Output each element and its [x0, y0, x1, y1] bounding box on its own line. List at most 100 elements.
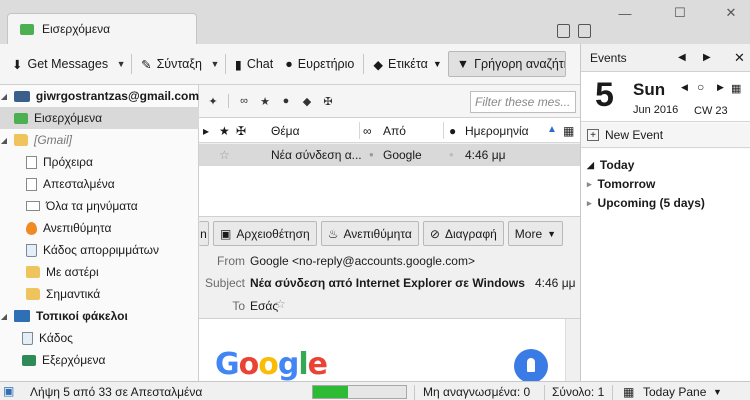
subject-value: Νέα σύνδεση από Internet Explorer σε Win… — [250, 276, 525, 290]
message-scrollbar[interactable] — [565, 319, 580, 382]
online-status-icon[interactable]: ▣ — [3, 384, 14, 398]
get-messages-dropdown[interactable]: ▼ — [114, 59, 128, 69]
from-label: From — [217, 254, 245, 268]
folder-label: giwrgostrantzas@gmail.com — [35, 89, 199, 103]
maximize-button[interactable]: ☐ — [665, 4, 695, 22]
folder-label: Κάδος — [39, 331, 73, 345]
folder-label: Απεσταλμένα — [43, 177, 115, 191]
calendar-icon[interactable] — [557, 24, 570, 38]
prev-day-icon[interactable]: ◀ — [681, 82, 688, 93]
collapse-icon: ▸ — [587, 178, 592, 189]
new-event-button[interactable]: + New Event — [581, 123, 750, 148]
quick-filter-button[interactable]: ▼ Γρήγορη αναζήτηση — [447, 51, 566, 77]
star-icon[interactable]: ☆ — [219, 148, 230, 162]
folder-gmail[interactable]: ◢ [Gmail] — [0, 129, 199, 151]
star-col-icon[interactable]: ★ — [219, 124, 230, 138]
google-logo: Google — [215, 347, 328, 382]
folder-trash[interactable]: Κάδος — [0, 327, 199, 349]
delete-button[interactable]: ⊘ Διαγραφή — [422, 221, 504, 246]
keyhole-icon — [514, 349, 548, 383]
events-list: ◢ Today ▸ Tomorrow ▸ Upcoming (5 days) — [581, 149, 750, 381]
compose-dropdown[interactable]: ▼ — [208, 59, 222, 69]
to-value[interactable]: Εσάς — [250, 299, 278, 313]
folder-pane: ◢ giwrgostrantzas@gmail.com Εισερχόμενα … — [0, 85, 199, 381]
folder-drafts[interactable]: Πρόχειρα — [0, 151, 199, 173]
folder-junk[interactable]: Ανεπιθύμητα — [0, 217, 199, 239]
event-group-upcoming[interactable]: ▸ Upcoming (5 days) — [587, 196, 705, 210]
close-button[interactable]: ✕ — [716, 4, 746, 22]
column-picker-icon[interactable]: ▦ — [563, 124, 574, 138]
folder-account[interactable]: ◢ giwrgostrantzas@gmail.com — [0, 85, 199, 107]
thread-list-empty-area — [199, 166, 580, 216]
folder-label: Τοπικοί φάκελοι — [36, 309, 128, 323]
folder-flagged[interactable]: Σημαντικά — [0, 283, 199, 305]
folder-trash-gmail[interactable]: Κάδος απορριμμάτων — [0, 239, 199, 261]
folder-icon — [14, 134, 28, 146]
collapse-icon[interactable]: ◢ — [0, 312, 8, 321]
download-icon: ⬇ — [12, 57, 23, 72]
account-icon — [13, 90, 30, 102]
folder-sent[interactable]: Απεσταλμένα — [0, 173, 199, 195]
reply-button[interactable]: n — [199, 221, 209, 246]
archive-button[interactable]: ▣ Αρχειοθέτηση — [213, 221, 317, 246]
minimize-button[interactable]: — — [610, 4, 640, 22]
tab-inbox[interactable]: Εισερχόμενα — [7, 13, 197, 44]
folder-label: Όλα τα μηνύματα — [46, 199, 138, 213]
chat-button[interactable]: ▮ Chat — [229, 50, 279, 78]
event-group-today[interactable]: ◢ Today — [587, 158, 634, 172]
close-icon[interactable]: ✕ — [734, 50, 745, 66]
read-col-icon[interactable]: ∞ — [363, 124, 372, 138]
today-pane-toggle[interactable]: Today Pane — [643, 385, 706, 399]
star-icon[interactable]: ☆ — [275, 297, 286, 311]
col-subject[interactable]: Θέμα — [271, 124, 300, 138]
chat-bubble-icon: ▮ — [234, 57, 242, 72]
event-group-tomorrow[interactable]: ▸ Tomorrow — [587, 177, 655, 191]
event-group-label: Today — [599, 158, 635, 172]
folder-local[interactable]: ◢ Τοπικοί φάκελοι — [0, 305, 199, 327]
compose-button[interactable]: ✎ Σύνταξη — [135, 50, 208, 78]
tag-button[interactable]: ◆ Ετικέτα ▼ — [367, 50, 447, 78]
tag-filter-icon[interactable]: ◆ — [301, 95, 313, 108]
get-messages-button[interactable]: ⬇ Get Messages — [6, 50, 114, 78]
folder-outbox[interactable]: Εξερχόμενα — [0, 349, 199, 371]
unread-dot-icon[interactable]: ● — [369, 150, 374, 159]
next-day-icon[interactable]: ▶ — [717, 82, 724, 93]
folder-all-mail[interactable]: Όλα τα μηνύματα — [0, 195, 199, 217]
attachment-filter-icon[interactable]: ✠ — [322, 95, 334, 108]
col-date[interactable]: Ημερομηνία — [465, 124, 529, 138]
unread-filter-icon[interactable]: ∞ — [238, 95, 250, 107]
junk-dot-icon[interactable]: ● — [449, 150, 454, 159]
status-divider — [414, 385, 415, 400]
table-row[interactable]: ☆ Νέα σύνδεση α... ● Google ● 4:46 μμ — [199, 144, 580, 166]
message-header-toolbar: n ▣ Αρχειοθέτηση ♨ Ανεπιθύμητα ⊘ Διαγραφ… — [199, 216, 580, 250]
folder-icon — [26, 288, 40, 300]
status-text: Λήψη 5 από 33 σε Απεσταλμένα — [30, 385, 203, 399]
junk-button[interactable]: ♨ Ανεπιθύμητα — [320, 221, 419, 246]
contact-filter-icon[interactable]: ● — [280, 95, 292, 107]
col-divider — [359, 122, 360, 139]
today-circle-icon[interactable]: ○ — [697, 80, 704, 94]
get-messages-label: Get Messages — [27, 57, 109, 71]
folder-starred[interactable]: Με αστέρι — [0, 261, 199, 283]
star-filter-icon[interactable]: ★ — [259, 95, 271, 108]
folder-inbox[interactable]: Εισερχόμενα — [0, 107, 199, 129]
delete-icon: ⊘ — [429, 226, 440, 241]
tasks-icon[interactable] — [578, 24, 591, 38]
col-from[interactable]: Από — [383, 124, 406, 138]
next-icon[interactable]: ▶ — [703, 52, 711, 63]
toolbar-divider — [228, 94, 229, 108]
pin-icon[interactable]: ✦ — [207, 95, 219, 108]
junk-col-icon[interactable]: ● — [449, 124, 456, 138]
address-book-button[interactable]: ● Ευρετήριο — [279, 50, 360, 78]
chevron-down-icon[interactable]: ▼ — [713, 387, 722, 397]
filter-input[interactable]: Filter these mes... — [470, 91, 576, 113]
from-value[interactable]: Google <no-reply@accounts.google.com> — [250, 254, 475, 268]
thread-col-icon[interactable]: ▸ — [203, 124, 209, 138]
collapse-icon[interactable]: ◢ — [0, 92, 8, 101]
attachment-col-icon[interactable]: ✠ — [236, 124, 246, 138]
calendar-menu-icon[interactable]: ▦ — [731, 82, 741, 95]
collapse-icon[interactable]: ◢ — [0, 136, 8, 145]
prev-icon[interactable]: ◀ — [678, 52, 686, 63]
more-button[interactable]: More ▼ — [507, 221, 564, 246]
events-header: Events ◀ ▶ ✕ — [581, 44, 750, 72]
